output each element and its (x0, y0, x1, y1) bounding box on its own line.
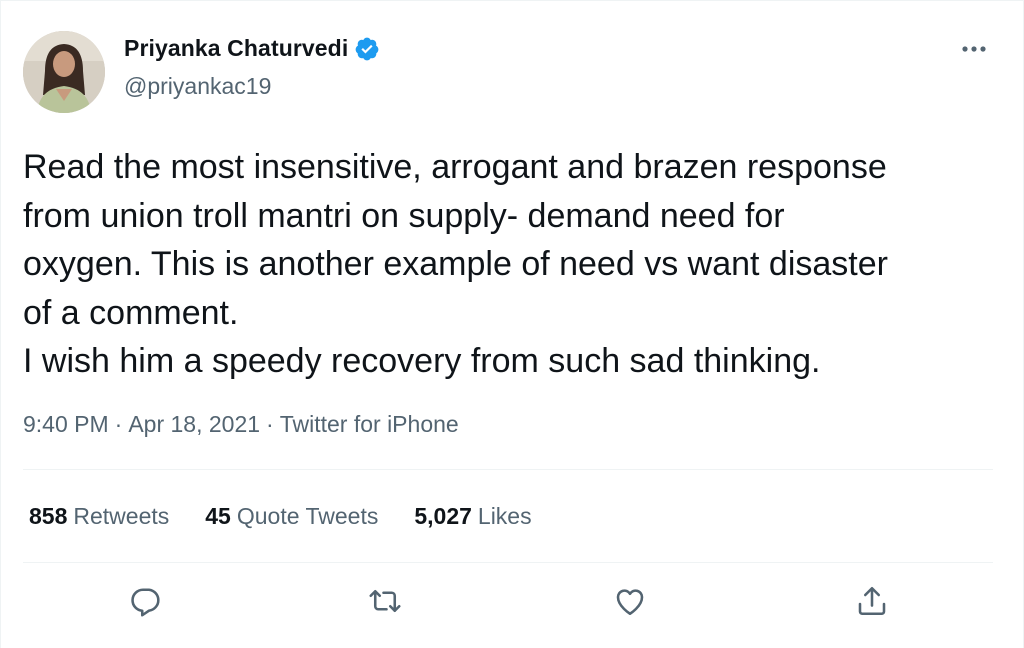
tweet-time-link[interactable]: 9:40 PM (23, 411, 109, 437)
tweet-date-link[interactable]: Apr 18, 2021 (128, 411, 260, 437)
likes-count: 5,027 (414, 503, 472, 529)
quote-tweets-label: Quote Tweets (236, 503, 379, 529)
retweets-count: 858 (29, 503, 68, 529)
like-button[interactable] (612, 583, 648, 619)
share-icon (858, 586, 886, 616)
likes-label: Likes (477, 503, 532, 529)
divider (23, 469, 993, 470)
tweet-actions (1, 583, 1024, 623)
tweet-text: Read the most insensitive, arrogant and … (23, 148, 888, 380)
verified-badge-icon (354, 36, 380, 62)
reply-button[interactable] (128, 583, 164, 619)
author-name-row: Priyanka Chaturvedi (124, 35, 380, 62)
avatar-image (23, 31, 105, 113)
tweet-stats: 858 Retweets 45 Quote Tweets 5,027 Likes (29, 503, 568, 530)
author-handle[interactable]: @priyankac19 (124, 73, 271, 100)
retweet-icon (369, 589, 401, 613)
retweets-label: Retweets (73, 503, 170, 529)
reply-icon (131, 588, 160, 617)
heart-icon (616, 589, 644, 616)
meta-separator: · (114, 411, 123, 437)
likes-stat[interactable]: 5,027 Likes (414, 503, 531, 530)
meta-separator: · (266, 411, 274, 437)
quote-tweets-count: 45 (205, 503, 231, 529)
retweets-stat[interactable]: 858 Retweets (29, 503, 169, 530)
tweet-meta: 9:40 PM · Apr 18, 2021 · Twitter for iPhone (23, 411, 459, 438)
quote-tweets-stat[interactable]: 45 Quote Tweets (205, 503, 378, 530)
retweet-button[interactable] (367, 583, 403, 619)
divider (23, 562, 993, 563)
share-button[interactable] (854, 583, 890, 619)
more-horizontal-icon (962, 46, 986, 52)
tweet-card: Priyanka Chaturvedi @priyankac19 Read th… (0, 0, 1024, 648)
more-options-button[interactable] (959, 37, 989, 61)
avatar[interactable] (23, 31, 105, 113)
author-name[interactable]: Priyanka Chaturvedi (124, 35, 348, 62)
tweet-source-link[interactable]: Twitter for iPhone (280, 411, 459, 437)
